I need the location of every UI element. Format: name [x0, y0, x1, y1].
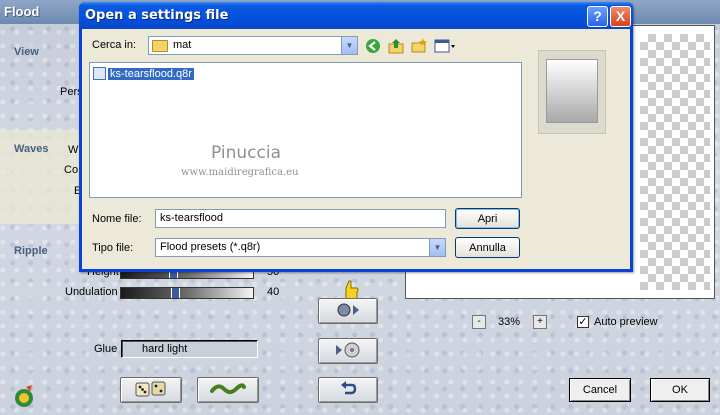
zoom-value: 33% [498, 316, 521, 328]
file-item[interactable]: ks-tearsflood.q8r [93, 66, 195, 81]
zoom-out-button[interactable]: - [472, 315, 486, 329]
open-button[interactable]: Apri [455, 208, 520, 229]
play-icon [334, 302, 362, 321]
watermark-name: Pinuccia [211, 143, 281, 163]
chevron-down-icon[interactable]: ▼ [429, 239, 445, 256]
open-settings-dialog: Open a settings file ? X Cerca in: mat ▼… [79, 2, 633, 272]
preset-file-icon [93, 67, 106, 80]
flood-title: Flood [4, 4, 40, 19]
wave-reset-button[interactable] [197, 377, 259, 403]
preset-thumbnail [538, 50, 606, 134]
section-ripple[interactable]: Ripple [14, 245, 48, 257]
transparency-checkerboard [640, 34, 710, 290]
undo-icon [339, 380, 357, 400]
flower-icon [12, 383, 38, 409]
file-type-value: Flood presets (*.q8r) [160, 241, 261, 253]
preset-next-button[interactable] [318, 298, 378, 324]
dialog-cancel-button[interactable]: Annulla [455, 237, 520, 258]
undo-button[interactable] [318, 377, 378, 403]
cancel-button[interactable]: Cancel [569, 378, 631, 402]
view-menu-icon[interactable] [434, 38, 456, 54]
watermark-url: www.maidiregrafica.eu [181, 167, 299, 178]
waves-co-label: Co [64, 164, 79, 176]
undulation-label: Undulation [65, 286, 118, 298]
section-waves[interactable]: Waves [14, 143, 48, 155]
file-name-label: Nome file: [92, 213, 142, 225]
file-type-select[interactable]: Flood presets (*.q8r) ▼ [155, 238, 446, 257]
glue-select[interactable]: hard light [121, 340, 258, 358]
undulation-value: 40 [267, 286, 280, 298]
undulation-slider-thumb[interactable] [171, 288, 180, 298]
help-button[interactable]: ? [587, 6, 608, 27]
close-button[interactable]: X [610, 6, 631, 27]
glue-value: hard light [142, 343, 188, 355]
zoom-in-button[interactable]: + [533, 315, 547, 329]
back-icon[interactable] [365, 38, 381, 54]
glue-label: Glue [94, 343, 118, 355]
folder-icon [152, 40, 168, 52]
file-item-name[interactable]: ks-tearsflood.q8r [107, 66, 195, 81]
dialog-titlebar[interactable]: Open a settings file ? X [79, 2, 633, 29]
section-view[interactable]: View [14, 46, 39, 58]
file-list[interactable]: ks-tearsflood.q8r Pinuccia www.maidiregr… [89, 62, 522, 198]
new-folder-icon[interactable] [411, 38, 427, 54]
up-folder-icon[interactable] [388, 38, 404, 54]
randomize-button[interactable] [120, 377, 182, 403]
look-in-combo[interactable]: mat ▼ [148, 36, 358, 55]
auto-preview-label: Auto preview [594, 316, 658, 328]
file-name-field[interactable]: ks-tearsflood [155, 209, 446, 228]
disk-icon [333, 342, 363, 361]
look-in-label: Cerca in: [92, 39, 137, 51]
wave-icon [210, 381, 246, 400]
undulation-slider[interactable] [120, 287, 254, 299]
preset-load-button[interactable] [318, 338, 378, 364]
file-type-label: Tipo file: [92, 242, 134, 254]
look-in-value: mat [173, 39, 192, 51]
thumbnail-image [546, 59, 598, 123]
dice-icon [134, 380, 168, 401]
auto-preview-checkbox[interactable]: ✓ [577, 316, 589, 328]
pointing-hand-icon [338, 278, 364, 300]
chevron-down-icon[interactable]: ▼ [341, 37, 357, 54]
dialog-title: Open a settings file [85, 8, 229, 23]
waves-w-label: W [68, 144, 79, 156]
ok-button[interactable]: OK [650, 378, 710, 402]
